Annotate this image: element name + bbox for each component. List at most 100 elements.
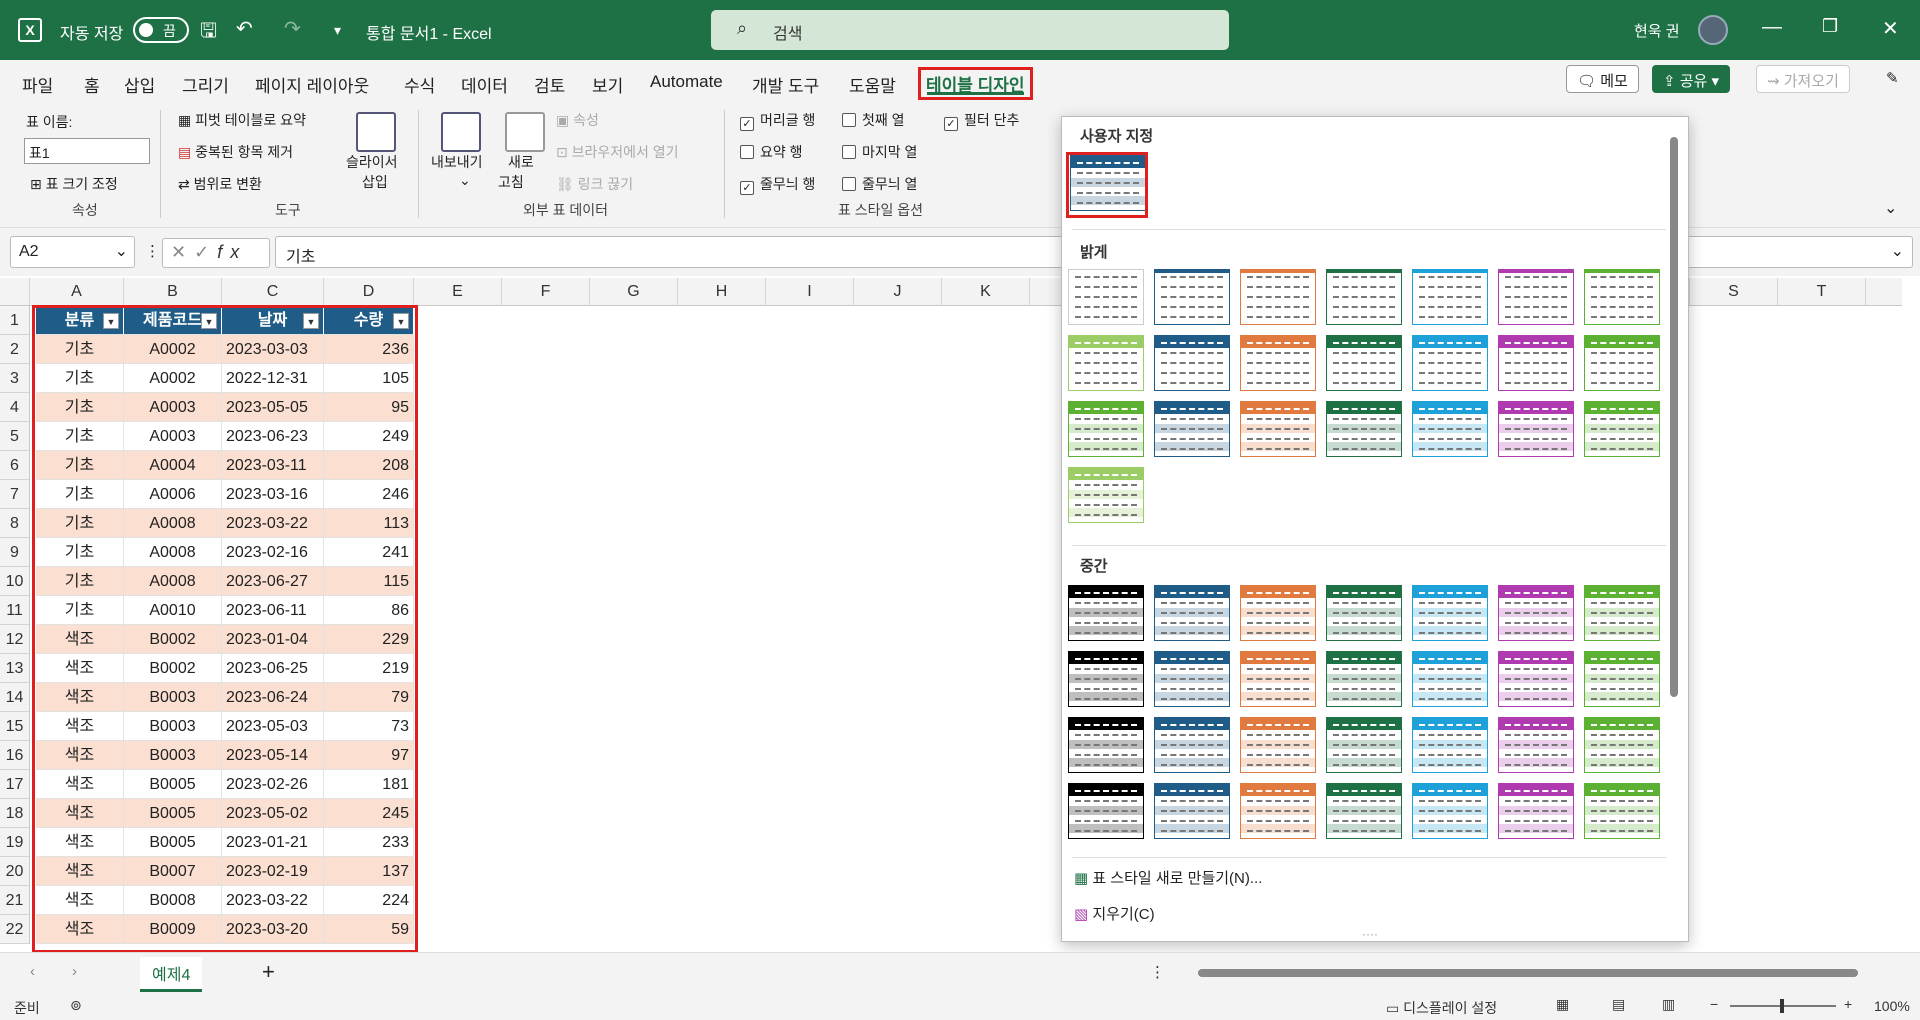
table-style-swatch[interactable] <box>1498 585 1574 641</box>
tab-automate[interactable]: Automate <box>650 72 723 92</box>
more-icon[interactable]: ⋮ <box>1150 963 1165 981</box>
table-style-swatch[interactable] <box>1326 585 1402 641</box>
prev-sheet-icon[interactable]: ‹ <box>30 963 35 980</box>
column-header-s[interactable]: S <box>1690 278 1778 306</box>
table-style-swatch[interactable] <box>1240 585 1316 641</box>
tab-page-layout[interactable]: 페이지 레이아웃 <box>255 72 369 97</box>
table-style-swatch[interactable] <box>1584 783 1660 839</box>
table-style-swatch[interactable] <box>1412 717 1488 773</box>
share-button[interactable]: ⇪ 공유 ▾ <box>1652 65 1731 93</box>
tab-table-design[interactable]: 테이블 디자인 <box>918 67 1033 100</box>
last-col-checkbox[interactable] <box>842 145 856 159</box>
table-style-swatch[interactable] <box>1326 717 1402 773</box>
save-icon[interactable]: 🖫 <box>200 16 217 50</box>
table-name-input[interactable]: 표1 <box>24 138 150 164</box>
table-style-swatch[interactable] <box>1154 269 1230 325</box>
select-all-corner[interactable] <box>0 278 30 306</box>
row-header[interactable]: 21 <box>0 886 30 915</box>
zoom-slider[interactable] <box>1730 999 1836 1013</box>
table-style-swatch[interactable] <box>1240 401 1316 457</box>
table-style-swatch[interactable] <box>1068 783 1144 839</box>
table-style-swatch[interactable] <box>1498 335 1574 391</box>
export-dropdown-icon[interactable]: ⌄ <box>459 172 471 189</box>
total-row-checkbox[interactable] <box>740 145 754 159</box>
table-style-swatch[interactable] <box>1498 717 1574 773</box>
zoom-level[interactable]: 100% <box>1874 998 1910 1014</box>
unlink-button[interactable]: ⛓ 링크 끊기 <box>556 174 633 194</box>
slicer-icon[interactable] <box>356 112 396 152</box>
column-header-d[interactable]: D <box>324 278 414 306</box>
ext-properties-button[interactable]: ▣ 속성 <box>556 110 599 130</box>
row-header[interactable]: 12 <box>0 625 30 654</box>
tab-view[interactable]: 보기 <box>592 72 623 97</box>
table-style-swatch[interactable] <box>1412 401 1488 457</box>
slicer-label-1[interactable]: 슬라이서 <box>346 152 398 172</box>
tab-review[interactable]: 검토 <box>534 72 565 97</box>
minimize-icon[interactable]: — <box>1762 16 1782 39</box>
header-row-option[interactable]: ✓ 머리글 행 <box>740 110 815 131</box>
row-header[interactable]: 17 <box>0 770 30 799</box>
search-box[interactable]: ⌕ 검색 <box>711 10 1229 50</box>
row-header[interactable]: 2 <box>0 335 30 364</box>
table-style-swatch[interactable] <box>1154 717 1230 773</box>
display-settings-button[interactable]: ▭ 디스플레이 설정 <box>1386 998 1497 1018</box>
table-style-swatch[interactable] <box>1326 335 1402 391</box>
function-icon[interactable]: fx <box>217 242 247 262</box>
table-style-swatch[interactable] <box>1412 651 1488 707</box>
refresh-label-2[interactable]: 고침 <box>498 172 524 192</box>
resize-grip-icon[interactable]: ···· <box>1362 927 1378 941</box>
table-style-swatch[interactable] <box>1412 585 1488 641</box>
restore-icon[interactable]: ❐ <box>1822 16 1838 37</box>
table-style-swatch[interactable] <box>1584 335 1660 391</box>
table-style-swatch[interactable] <box>1154 401 1230 457</box>
row-header[interactable]: 5 <box>0 422 30 451</box>
name-box[interactable]: A2 ⌄ <box>10 236 135 268</box>
tab-home[interactable]: 홈 <box>84 72 100 97</box>
tab-formulas[interactable]: 수식 <box>404 72 435 97</box>
normal-view-icon[interactable]: ▦ <box>1556 996 1569 1013</box>
tab-data[interactable]: 데이터 <box>461 72 508 97</box>
table-style-swatch[interactable] <box>1068 269 1144 325</box>
row-header[interactable]: 3 <box>0 364 30 393</box>
row-header[interactable]: 6 <box>0 451 30 480</box>
cancel-icon[interactable]: ✕ <box>171 242 194 262</box>
banded-rows-option[interactable]: ✓ 줄무늬 행 <box>740 174 815 195</box>
filter-button-option[interactable]: ✓ 필터 단추 <box>944 110 1019 131</box>
zoom-out-icon[interactable]: − <box>1710 996 1718 1012</box>
table-style-swatch[interactable] <box>1240 335 1316 391</box>
table-style-swatch[interactable] <box>1240 651 1316 707</box>
last-col-option[interactable]: 마지막 열 <box>842 142 917 162</box>
column-header-f[interactable]: F <box>502 278 590 306</box>
tab-developer[interactable]: 개발 도구 <box>752 72 819 97</box>
table-style-swatch[interactable] <box>1326 269 1402 325</box>
banded-cols-checkbox[interactable] <box>842 177 856 191</box>
column-header-j[interactable]: J <box>854 278 942 306</box>
table-style-swatch[interactable] <box>1240 269 1316 325</box>
row-header[interactable]: 15 <box>0 712 30 741</box>
horizontal-scrollbar[interactable] <box>1178 965 1900 979</box>
memo-button[interactable]: 🗨 메모 <box>1566 65 1639 93</box>
column-header-k[interactable]: K <box>942 278 1030 306</box>
autosave-toggle[interactable]: 끔 <box>133 17 189 43</box>
row-header[interactable]: 11 <box>0 596 30 625</box>
column-header-h[interactable]: H <box>678 278 766 306</box>
table-style-swatch[interactable] <box>1240 717 1316 773</box>
row-header[interactable]: 22 <box>0 915 30 944</box>
header-row-checkbox[interactable]: ✓ <box>740 117 754 131</box>
more-icon[interactable]: ⋮ <box>145 242 160 260</box>
new-table-style-item[interactable]: ▦ 표 스타일 새로 만들기(N)... <box>1074 867 1262 888</box>
accessibility-icon[interactable]: ⊚ <box>70 997 82 1014</box>
tab-help[interactable]: 도움말 <box>849 72 896 97</box>
column-header-c[interactable]: C <box>222 278 324 306</box>
convert-range-button[interactable]: ⇄ 범위로 변환 <box>178 174 262 194</box>
tab-insert[interactable]: 삽입 <box>124 72 155 97</box>
table-style-swatch[interactable] <box>1498 269 1574 325</box>
table-style-swatch[interactable] <box>1068 585 1144 641</box>
next-sheet-icon[interactable]: › <box>72 963 77 980</box>
row-header[interactable]: 4 <box>0 393 30 422</box>
tab-file[interactable]: 파일 <box>22 72 53 97</box>
table-style-swatch[interactable] <box>1412 269 1488 325</box>
row-header[interactable]: 18 <box>0 799 30 828</box>
banded-cols-option[interactable]: 줄무늬 열 <box>842 174 917 194</box>
table-style-swatch[interactable] <box>1498 401 1574 457</box>
